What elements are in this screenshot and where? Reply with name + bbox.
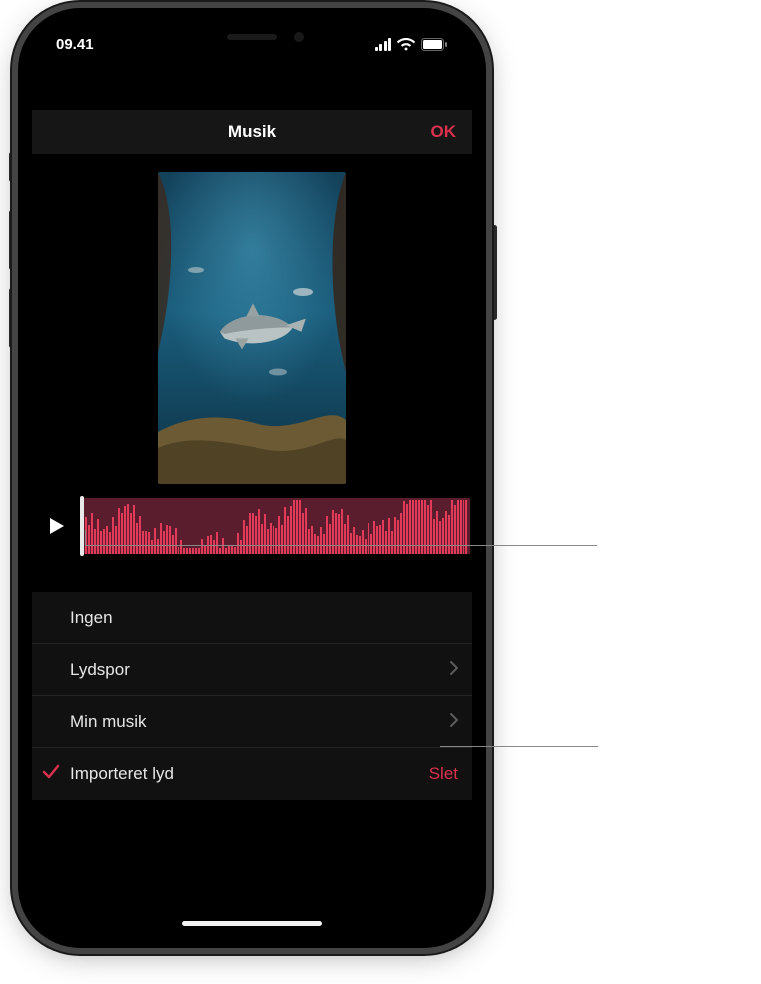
checkmark-icon (42, 764, 60, 785)
list-item-soundtracks[interactable]: Lydspor (32, 644, 472, 696)
list-item-imported-audio[interactable]: Importeret lyd Slet (32, 748, 472, 800)
list-item-label: Ingen (70, 608, 458, 628)
callout-line (85, 530, 86, 545)
cellular-signal-icon (375, 38, 392, 51)
play-button[interactable] (32, 498, 80, 554)
list-item-my-music[interactable]: Min musik (32, 696, 472, 748)
notch (152, 22, 352, 52)
battery-icon (421, 38, 448, 51)
list-item-label: Min musik (70, 712, 450, 732)
chevron-right-icon (450, 712, 458, 732)
wifi-icon (397, 38, 415, 51)
page-title: Musik (228, 122, 276, 142)
ok-button[interactable]: OK (431, 122, 457, 142)
callout-line (85, 545, 597, 546)
list-item-none[interactable]: Ingen (32, 592, 472, 644)
chevron-right-icon (450, 660, 458, 680)
screen: 09.41 Musik OK (32, 22, 472, 934)
music-source-list: Ingen Lydspor Min musik (32, 592, 472, 800)
status-time: 09.41 (56, 36, 94, 53)
delete-button[interactable]: Slet (429, 764, 458, 784)
nav-bar: Musik OK (32, 110, 472, 154)
phone-frame: 09.41 Musik OK (18, 8, 486, 948)
list-item-label: Importeret lyd (70, 764, 429, 784)
home-indicator[interactable] (182, 921, 322, 926)
scrubber-handle[interactable] (80, 496, 84, 556)
callout-line (440, 746, 598, 747)
list-item-label: Lydspor (70, 660, 450, 680)
video-preview-area (32, 154, 472, 498)
video-preview-thumbnail[interactable] (158, 172, 346, 484)
app-root: 09.41 Musik OK (32, 22, 472, 934)
